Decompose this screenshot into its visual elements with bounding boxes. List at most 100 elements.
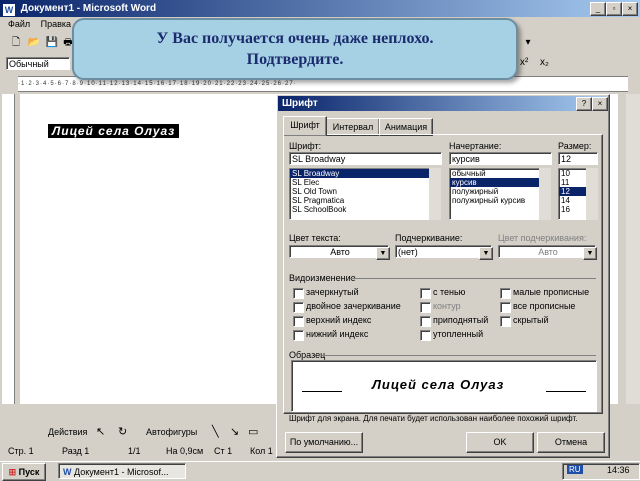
superscript-label: верхний индекс bbox=[306, 315, 372, 325]
style-list[interactable]: обычный курсив полужирный полужирный кур… bbox=[449, 168, 541, 220]
rotate-icon[interactable]: ↻ bbox=[118, 425, 127, 438]
size-input-value: 12 bbox=[561, 154, 572, 164]
strikethrough-checkbox[interactable] bbox=[293, 288, 304, 299]
hidden-checkbox[interactable] bbox=[500, 316, 511, 327]
size-list[interactable]: 10 11 12 14 16 bbox=[558, 168, 588, 220]
engrave-label: утопленный bbox=[433, 329, 484, 339]
selected-document-text[interactable]: Лицей села Олуаз bbox=[48, 124, 180, 138]
status-section: Разд 1 bbox=[62, 446, 90, 456]
close-dialog-button[interactable]: × bbox=[592, 97, 608, 111]
shadow-checkbox[interactable] bbox=[420, 288, 431, 299]
list-item[interactable]: 10 bbox=[559, 169, 587, 178]
new-document-icon[interactable]: 🗋 bbox=[8, 35, 24, 51]
draw-actions-menu[interactable]: Действия bbox=[48, 427, 87, 437]
list-item[interactable]: 12 bbox=[559, 187, 587, 196]
drawing-toolbar: Действия ↖ ↻ Автофигуры ╲ ↘ ▭ bbox=[0, 424, 640, 442]
subscript-icon[interactable]: x₂ bbox=[540, 57, 549, 68]
list-item[interactable]: курсив bbox=[450, 178, 540, 187]
style-input[interactable]: курсив bbox=[449, 152, 552, 165]
superscript-icon[interactable]: x² bbox=[520, 57, 528, 68]
sample-divider bbox=[322, 355, 596, 356]
subscript-label: нижний индекс bbox=[306, 329, 369, 339]
toolbar-dropdown-icon[interactable]: ▾ bbox=[520, 35, 536, 51]
outline-checkbox[interactable] bbox=[420, 302, 431, 313]
status-position: На 0,9см bbox=[166, 446, 204, 456]
list-item[interactable]: обычный bbox=[450, 169, 540, 178]
font-list[interactable]: SL Broadway SL Elec SL Old Town SL Pragm… bbox=[289, 168, 431, 220]
chevron-down-icon[interactable]: ▼ bbox=[479, 247, 493, 260]
taskbar: ⊞ Пуск W Документ1 - Microsof... RU 14:3… bbox=[0, 461, 640, 481]
window-titlebar: W Документ1 - Microsoft Word bbox=[0, 0, 640, 17]
clock: 14:36 bbox=[607, 465, 630, 475]
line-icon[interactable]: ╲ bbox=[212, 425, 219, 438]
style-list-scrollbar[interactable] bbox=[539, 168, 551, 220]
size-list-scrollbar[interactable] bbox=[586, 168, 598, 220]
system-tray: RU 14:36 bbox=[562, 463, 640, 480]
font-input[interactable]: SL Broadway bbox=[289, 152, 442, 165]
menu-edit[interactable]: Правка bbox=[41, 19, 71, 29]
underline-color-value: Авто bbox=[538, 247, 558, 257]
subscript-checkbox[interactable] bbox=[293, 330, 304, 341]
open-folder-icon[interactable]: 📂 bbox=[26, 35, 42, 51]
status-line: Ст 1 bbox=[214, 446, 233, 456]
font-list-scrollbar[interactable] bbox=[429, 168, 441, 220]
list-item[interactable]: SL Pragmatica bbox=[290, 196, 430, 205]
sample-text: Лицей села Олуаз bbox=[372, 377, 505, 392]
start-button[interactable]: ⊞ Пуск bbox=[2, 463, 46, 481]
double-strike-checkbox[interactable] bbox=[293, 302, 304, 313]
help-button[interactable]: ? bbox=[576, 97, 592, 111]
chevron-down-icon[interactable]: ▼ bbox=[376, 247, 390, 260]
list-item[interactable]: SL Broadway bbox=[290, 169, 430, 178]
word-app-icon: W bbox=[63, 467, 72, 477]
all-caps-checkbox[interactable] bbox=[500, 302, 511, 313]
list-item[interactable]: полужирный bbox=[450, 187, 540, 196]
size-input[interactable]: 12 bbox=[558, 152, 598, 165]
effects-label: Видоизменение bbox=[289, 273, 356, 283]
underline-value: (нет) bbox=[398, 247, 418, 257]
style-value: Обычный bbox=[9, 59, 49, 69]
chevron-down-icon[interactable]: ▼ bbox=[583, 247, 597, 260]
list-item[interactable]: SL Elec bbox=[290, 178, 430, 187]
underline-color-select[interactable]: Авто bbox=[498, 245, 596, 258]
engrave-checkbox[interactable] bbox=[420, 330, 431, 341]
small-caps-checkbox[interactable] bbox=[500, 288, 511, 299]
maximize-button[interactable]: ▫ bbox=[606, 2, 622, 16]
sample-label: Образец bbox=[289, 350, 326, 360]
text-color-select[interactable]: Авто bbox=[289, 245, 389, 258]
language-indicator[interactable]: RU bbox=[567, 465, 583, 474]
underline-select[interactable]: (нет) bbox=[395, 245, 492, 258]
vertical-scrollbar[interactable] bbox=[626, 94, 640, 404]
list-item[interactable]: 14 bbox=[559, 196, 587, 205]
all-caps-label: все прописные bbox=[513, 301, 576, 311]
arrow-icon[interactable]: ↘ bbox=[230, 425, 239, 438]
emboss-checkbox[interactable] bbox=[420, 316, 431, 327]
close-window-button[interactable]: × bbox=[622, 2, 638, 16]
strikethrough-label: зачеркнутый bbox=[306, 287, 359, 297]
shadow-label: с тенью bbox=[433, 287, 466, 297]
font-label: Шрифт: bbox=[289, 141, 322, 151]
underline-color-label: Цвет подчеркивания: bbox=[498, 233, 587, 243]
list-item[interactable]: 16 bbox=[559, 205, 587, 214]
list-item[interactable]: SL Old Town bbox=[290, 187, 430, 196]
list-item[interactable]: SL SchoolBook bbox=[290, 205, 430, 214]
rectangle-icon[interactable]: ▭ bbox=[248, 425, 258, 438]
taskbar-word-task[interactable]: W Документ1 - Microsof... bbox=[58, 463, 186, 479]
menu-file[interactable]: Файл bbox=[8, 19, 30, 29]
autoshapes-menu[interactable]: Автофигуры bbox=[146, 427, 197, 437]
select-arrow-icon[interactable]: ↖ bbox=[96, 425, 105, 438]
status-pages: 1/1 bbox=[128, 446, 141, 456]
list-item[interactable]: полужирный курсив bbox=[450, 196, 540, 205]
hint-tooltip: У Вас получается очень даже неплохо. Под… bbox=[72, 18, 518, 80]
window-title: Документ1 - Microsoft Word bbox=[20, 3, 157, 14]
font-note: Шрифт для экрана. Для печати будет испол… bbox=[289, 414, 578, 423]
minimize-button[interactable]: _ bbox=[590, 2, 606, 16]
list-item[interactable]: 11 bbox=[559, 178, 587, 187]
small-caps-label: малые прописные bbox=[513, 287, 590, 297]
tab-font[interactable]: Шрифт bbox=[283, 116, 327, 136]
style-combo[interactable]: Обычный bbox=[6, 57, 70, 70]
superscript-checkbox[interactable] bbox=[293, 316, 304, 327]
save-icon[interactable]: 💾 bbox=[44, 35, 60, 51]
word-app-icon: W bbox=[3, 4, 15, 16]
status-page: Стр. 1 bbox=[8, 446, 34, 456]
text-color-value: Авто bbox=[330, 247, 350, 257]
